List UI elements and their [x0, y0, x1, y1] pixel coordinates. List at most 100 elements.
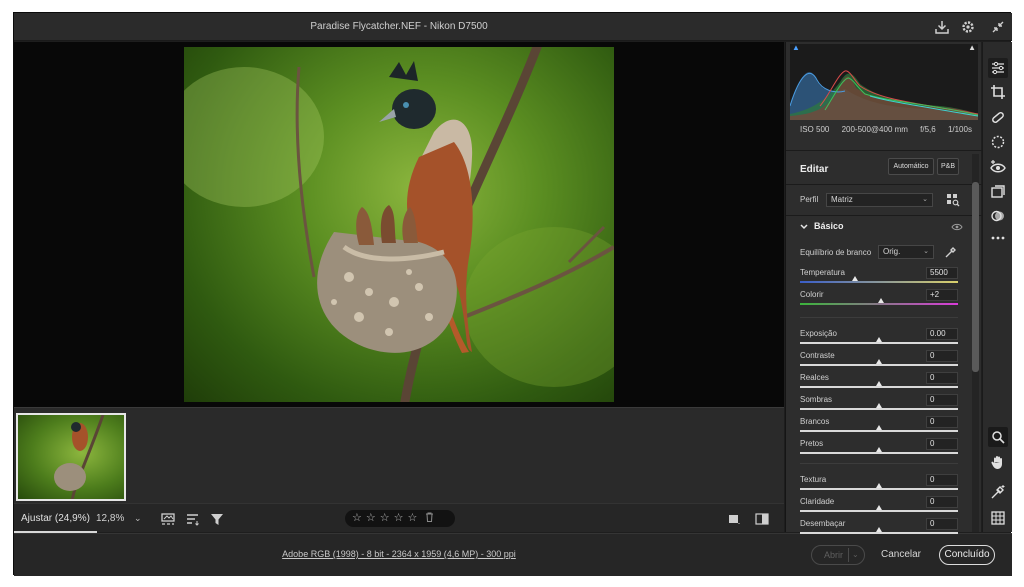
- slider-value-field[interactable]: 0: [926, 518, 958, 530]
- slider-track[interactable]: [800, 281, 958, 283]
- slider-value-field[interactable]: +2: [926, 289, 958, 301]
- zoom-dropdown-caret[interactable]: ⌄: [134, 504, 142, 533]
- slider-label: Brancos: [800, 417, 830, 426]
- aperture-value: f/5,6: [920, 125, 936, 134]
- slider-track[interactable]: [800, 430, 958, 432]
- slider-value-field[interactable]: 0: [926, 474, 958, 486]
- single-view-icon[interactable]: [726, 511, 742, 527]
- slider-label: Pretos: [800, 439, 824, 448]
- visibility-eye-icon[interactable]: [951, 222, 963, 232]
- collapse-icon[interactable]: [990, 19, 1006, 35]
- white-balance-label: Equilíbrio de branco: [800, 248, 872, 257]
- slider-handle[interactable]: [876, 505, 882, 510]
- slider-label: Claridade: [800, 497, 835, 506]
- open-button[interactable]: Abrir ⌄: [811, 545, 865, 565]
- zoom-level[interactable]: 12,8%: [96, 504, 124, 533]
- photo-preview[interactable]: [184, 47, 614, 402]
- slider-label: Desembaçar: [800, 519, 846, 528]
- slider-handle[interactable]: [876, 447, 882, 452]
- slider-track[interactable]: [800, 342, 958, 344]
- slider-track[interactable]: [800, 386, 958, 388]
- scrollbar-handle[interactable]: [972, 182, 979, 372]
- profile-label: Perfil: [800, 195, 819, 204]
- section-basic-title[interactable]: Básico: [814, 221, 844, 231]
- star-3[interactable]: ☆: [380, 513, 390, 524]
- slider-value-field[interactable]: 0.00: [926, 328, 958, 340]
- sort-icon[interactable]: [185, 511, 201, 527]
- panel-divider: [786, 150, 982, 151]
- eyedropper-icon[interactable]: [944, 245, 958, 259]
- slider-value-field[interactable]: 0: [926, 350, 958, 362]
- hand-icon[interactable]: [988, 452, 1008, 472]
- trash-icon[interactable]: [425, 512, 434, 525]
- slider-handle[interactable]: [876, 359, 882, 364]
- color-sampler-icon[interactable]: [988, 482, 1008, 502]
- slider-handle[interactable]: [876, 483, 882, 488]
- healing-icon[interactable]: [988, 107, 1008, 127]
- filmstrip-options-icon[interactable]: [160, 511, 176, 527]
- sliders-icon[interactable]: [988, 58, 1008, 78]
- lens-value: 200-500@400 mm: [841, 125, 908, 134]
- done-button[interactable]: Concluído: [939, 545, 995, 565]
- highlight-clipping-warning[interactable]: ▲: [968, 44, 976, 52]
- save-icon[interactable]: [934, 19, 950, 35]
- slider-handle[interactable]: [876, 425, 882, 430]
- slider-track[interactable]: [800, 303, 958, 305]
- before-after-icon[interactable]: [754, 511, 770, 527]
- slider-handle[interactable]: [876, 527, 882, 532]
- bw-button[interactable]: P&B: [937, 158, 959, 175]
- chevron-down-icon: ⌄: [922, 196, 928, 203]
- cancel-button[interactable]: Cancelar: [876, 545, 926, 565]
- slider-handle[interactable]: [876, 403, 882, 408]
- slider-handle[interactable]: [877, 298, 884, 303]
- slider-track[interactable]: [800, 452, 958, 454]
- white-balance-select[interactable]: Orig. ⌄: [878, 245, 934, 259]
- chevron-down-icon[interactable]: ⌄: [852, 546, 859, 564]
- slider-handle[interactable]: [876, 381, 882, 386]
- filmstrip-thumbnail[interactable]: [16, 413, 126, 501]
- gear-icon[interactable]: [960, 19, 976, 35]
- slider-value-field[interactable]: 0: [926, 416, 958, 428]
- zoom-fit-button[interactable]: Ajustar (24,9%): [14, 504, 97, 533]
- star-1[interactable]: ☆: [352, 513, 362, 524]
- slider-track[interactable]: [800, 408, 958, 410]
- slider-value-field[interactable]: 0: [926, 438, 958, 450]
- slider-track[interactable]: [800, 488, 958, 490]
- slider-value-field[interactable]: 0: [926, 496, 958, 508]
- crop-icon[interactable]: [988, 82, 1008, 102]
- profile-select[interactable]: Matriz ⌄: [826, 193, 933, 207]
- mask-icon[interactable]: [988, 132, 1008, 152]
- grid-icon[interactable]: [988, 508, 1008, 528]
- zoom-icon[interactable]: [988, 427, 1008, 447]
- image-canvas[interactable]: [14, 42, 784, 407]
- slider-track[interactable]: [800, 510, 958, 512]
- workflow-options-link[interactable]: Adobe RGB (1998) - 8 bit - 2364 x 1959 (…: [14, 549, 784, 559]
- slider-value-field[interactable]: 0: [926, 372, 958, 384]
- slider-value-field[interactable]: 0: [926, 394, 958, 406]
- camera-raw-window: Paradise Flycatcher.NEF - Nikon D7500 Aj…: [13, 12, 1012, 576]
- open-button-separator: [848, 548, 849, 562]
- auto-button[interactable]: Automático: [888, 158, 934, 175]
- chevron-down-icon[interactable]: [800, 223, 808, 231]
- slider-handle[interactable]: [852, 276, 859, 281]
- slider-track[interactable]: [800, 532, 958, 534]
- rating-stars: ☆ ☆ ☆ ☆ ☆: [345, 510, 455, 527]
- redeye-icon[interactable]: [988, 157, 1008, 177]
- shutter-value: 1/100s: [947, 125, 972, 134]
- slider-label: Sombras: [800, 395, 833, 404]
- slider-group-divider: [800, 317, 958, 318]
- presets-icon[interactable]: [988, 206, 1008, 226]
- star-4[interactable]: ☆: [394, 513, 404, 524]
- panel-scrollbar[interactable]: [972, 154, 979, 532]
- snapshots-icon[interactable]: [988, 182, 1008, 202]
- star-5[interactable]: ☆: [408, 513, 418, 524]
- slider-handle[interactable]: [876, 337, 882, 342]
- shadow-clipping-warning[interactable]: ▲: [792, 44, 800, 52]
- more-icon[interactable]: [988, 228, 1008, 248]
- star-2[interactable]: ☆: [366, 513, 376, 524]
- filter-icon[interactable]: [209, 511, 225, 527]
- profile-browser-icon[interactable]: [946, 193, 960, 207]
- slider-track[interactable]: [800, 364, 958, 366]
- slider-label: Colorir: [800, 290, 824, 299]
- slider-value-field[interactable]: 5500: [926, 267, 958, 279]
